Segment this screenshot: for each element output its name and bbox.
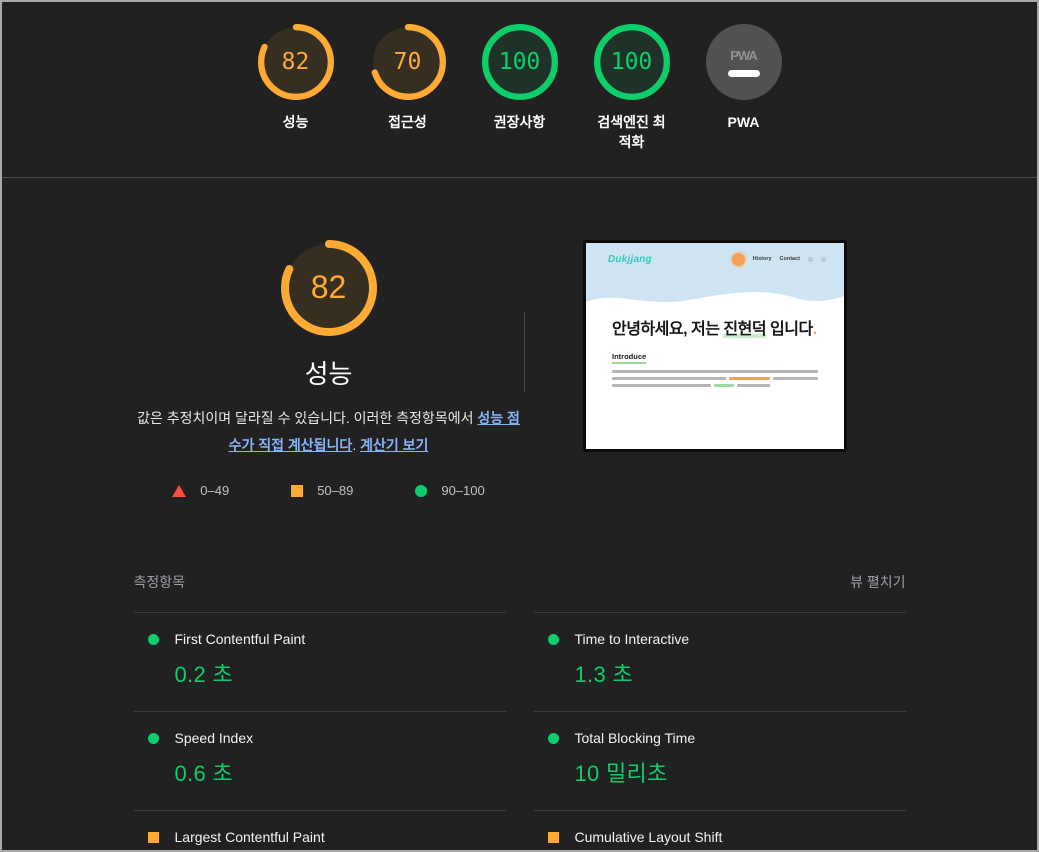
pwa-label: PWA xyxy=(727,114,760,130)
thumbnail-heading: 안녕하세요, 저는 진현덕 입니다. xyxy=(612,320,830,341)
metric-value: 10 밀리초 xyxy=(574,761,668,787)
metric-total-blocking-time: Total Blocking Time 10 밀리초 xyxy=(533,711,906,810)
performance-gauge: 82 xyxy=(257,24,334,100)
heading-accent-dot: . xyxy=(812,320,817,338)
metrics-section: 측정항목 뷰 펼치기 First Contentful Paint 0.2 초 … xyxy=(133,572,906,850)
thumbnail-navbar: Dukjjang History Contact xyxy=(586,243,844,266)
metric-name: Time to Interactive xyxy=(574,631,690,648)
metric-value: 1.3 초 xyxy=(574,662,633,688)
performance-score-block: 82 성능 값은 추정치이며 달라질 수 있습니다. 이러한 측정항목에서 성능… xyxy=(134,239,524,499)
metric-name: First Contentful Paint xyxy=(174,631,306,648)
score-legend: 0–49 50–89 90–100 xyxy=(172,483,485,499)
accessibility-score: 70 xyxy=(393,49,422,75)
category-link-seo[interactable]: 100 검색엔진 최적화 xyxy=(592,24,672,153)
wave-divider-icon xyxy=(586,285,844,312)
metric-name: Total Blocking Time xyxy=(574,730,696,747)
performance-section-title: 성능 xyxy=(304,358,353,389)
metric-rating-icon xyxy=(547,732,559,744)
expand-view-toggle[interactable]: 뷰 펼치기 xyxy=(850,572,905,592)
thumbnail-subheading: Introduce xyxy=(612,352,647,365)
seo-label: 검색엔진 최적화 xyxy=(597,114,666,151)
pass-circle-icon xyxy=(415,484,428,497)
performance-big-score: 82 xyxy=(310,269,347,306)
best-practices-label: 권장사항 xyxy=(493,114,546,130)
thumbnail-nav-contact: Contact xyxy=(779,256,800,263)
metric-speed-index: Speed Index 0.6 초 xyxy=(133,711,506,810)
performance-description: 값은 추정치이며 달라질 수 있습니다. 이러한 측정항목에서 성능 점수가 직… xyxy=(136,405,521,460)
performance-big-gauge: 82 xyxy=(280,239,377,336)
metric-rating-icon xyxy=(147,732,159,744)
thumbnail-logo: Dukjjang xyxy=(608,253,652,265)
performance-summary: 82 성능 값은 추정치이며 달라질 수 있습니다. 이러한 측정항목에서 성능… xyxy=(134,239,906,499)
sun-icon xyxy=(731,252,745,266)
metric-time-to-interactive: Time to Interactive 1.3 초 xyxy=(533,612,906,711)
metric-name: Cumulative Layout Shift xyxy=(574,829,723,846)
description-text: 값은 추정치이며 달라질 수 있습니다. 이러한 측정항목에서 xyxy=(137,409,478,426)
category-link-accessibility[interactable]: 70 접근성 xyxy=(368,24,448,153)
scores-header: 82 성능 70 접근성 100 권장사항 100 검색엔진 최적화 PWA P… xyxy=(2,2,1037,178)
metrics-grid: First Contentful Paint 0.2 초 Time to Int… xyxy=(133,612,906,850)
average-square-icon xyxy=(291,484,304,497)
category-link-performance[interactable]: 82 성능 xyxy=(256,24,336,153)
heading-text: 안녕하세요, 저는 xyxy=(612,320,724,338)
metric-rating-icon xyxy=(147,633,159,645)
accessibility-gauge: 70 xyxy=(369,24,446,100)
category-link-best-practices[interactable]: 100 권장사항 xyxy=(480,24,560,153)
metrics-header: 측정항목 뷰 펼치기 xyxy=(134,572,906,592)
metric-value: 0.6 초 xyxy=(174,761,233,787)
thumbnail-nav-links: History Contact xyxy=(731,252,826,266)
thumbnail-content: 안녕하세요, 저는 진현덕 입니다. Introduce xyxy=(586,311,844,388)
metric-largest-contentful-paint: Largest Contentful Paint 2.2 초 xyxy=(133,810,506,850)
performance-score: 82 xyxy=(281,49,310,75)
legend-fail: 0–49 xyxy=(172,483,229,498)
screenshot-area: Dukjjang History Contact 안녕하세요, 저는 진현덕 입… xyxy=(525,239,906,452)
fail-triangle-icon xyxy=(172,484,187,497)
legend-fail-range: 0–49 xyxy=(200,483,230,499)
legend-average-range: 50–89 xyxy=(317,483,354,499)
heading-text: 입니다 xyxy=(766,320,813,338)
thumbnail-nav-icon xyxy=(821,256,826,262)
legend-average: 50–89 xyxy=(291,483,353,498)
thumbnail-hero: Dukjjang History Contact xyxy=(586,242,844,287)
performance-label: 성능 xyxy=(282,114,309,130)
thumbnail-paragraph xyxy=(612,370,818,388)
metrics-section-title: 측정항목 xyxy=(133,574,186,591)
report-body: 82 성능 값은 추정치이며 달라질 수 있습니다. 이러한 측정항목에서 성능… xyxy=(133,178,906,850)
pwa-dash-icon xyxy=(727,69,760,77)
pwa-badge-icon: PWA xyxy=(705,24,782,100)
description-separator: . xyxy=(352,436,361,453)
metric-name: Largest Contentful Paint xyxy=(174,829,325,846)
seo-score: 100 xyxy=(610,49,653,75)
calculator-link[interactable]: 계산기 보기 xyxy=(360,437,428,453)
best-practices-gauge: 100 xyxy=(481,24,558,100)
page-screenshot-thumbnail: Dukjjang History Contact 안녕하세요, 저는 진현덕 입… xyxy=(583,239,847,452)
seo-gauge: 100 xyxy=(593,24,670,100)
category-link-pwa[interactable]: PWA PWA xyxy=(704,24,784,153)
metric-cumulative-layout-shift: Cumulative Layout Shift 0.231 xyxy=(533,810,906,850)
metric-rating-icon xyxy=(547,633,559,645)
metric-name: Speed Index xyxy=(174,730,254,747)
metric-rating-icon xyxy=(147,831,159,843)
thumbnail-nav-icon xyxy=(808,256,813,262)
thumbnail-nav-history: History xyxy=(752,256,772,263)
legend-pass: 90–100 xyxy=(415,483,485,499)
metric-value: 0.2 초 xyxy=(174,662,233,688)
accessibility-label: 접근성 xyxy=(388,114,427,130)
heading-name: 진현덕 xyxy=(723,320,767,338)
legend-pass-range: 90–100 xyxy=(441,483,485,499)
pwa-badge-text: PWA xyxy=(730,47,758,63)
metric-rating-icon xyxy=(547,831,559,843)
best-practices-score: 100 xyxy=(498,49,541,75)
lighthouse-report: 82 성능 70 접근성 100 권장사항 100 검색엔진 최적화 PWA P… xyxy=(0,0,1039,852)
metric-first-contentful-paint: First Contentful Paint 0.2 초 xyxy=(133,612,506,711)
